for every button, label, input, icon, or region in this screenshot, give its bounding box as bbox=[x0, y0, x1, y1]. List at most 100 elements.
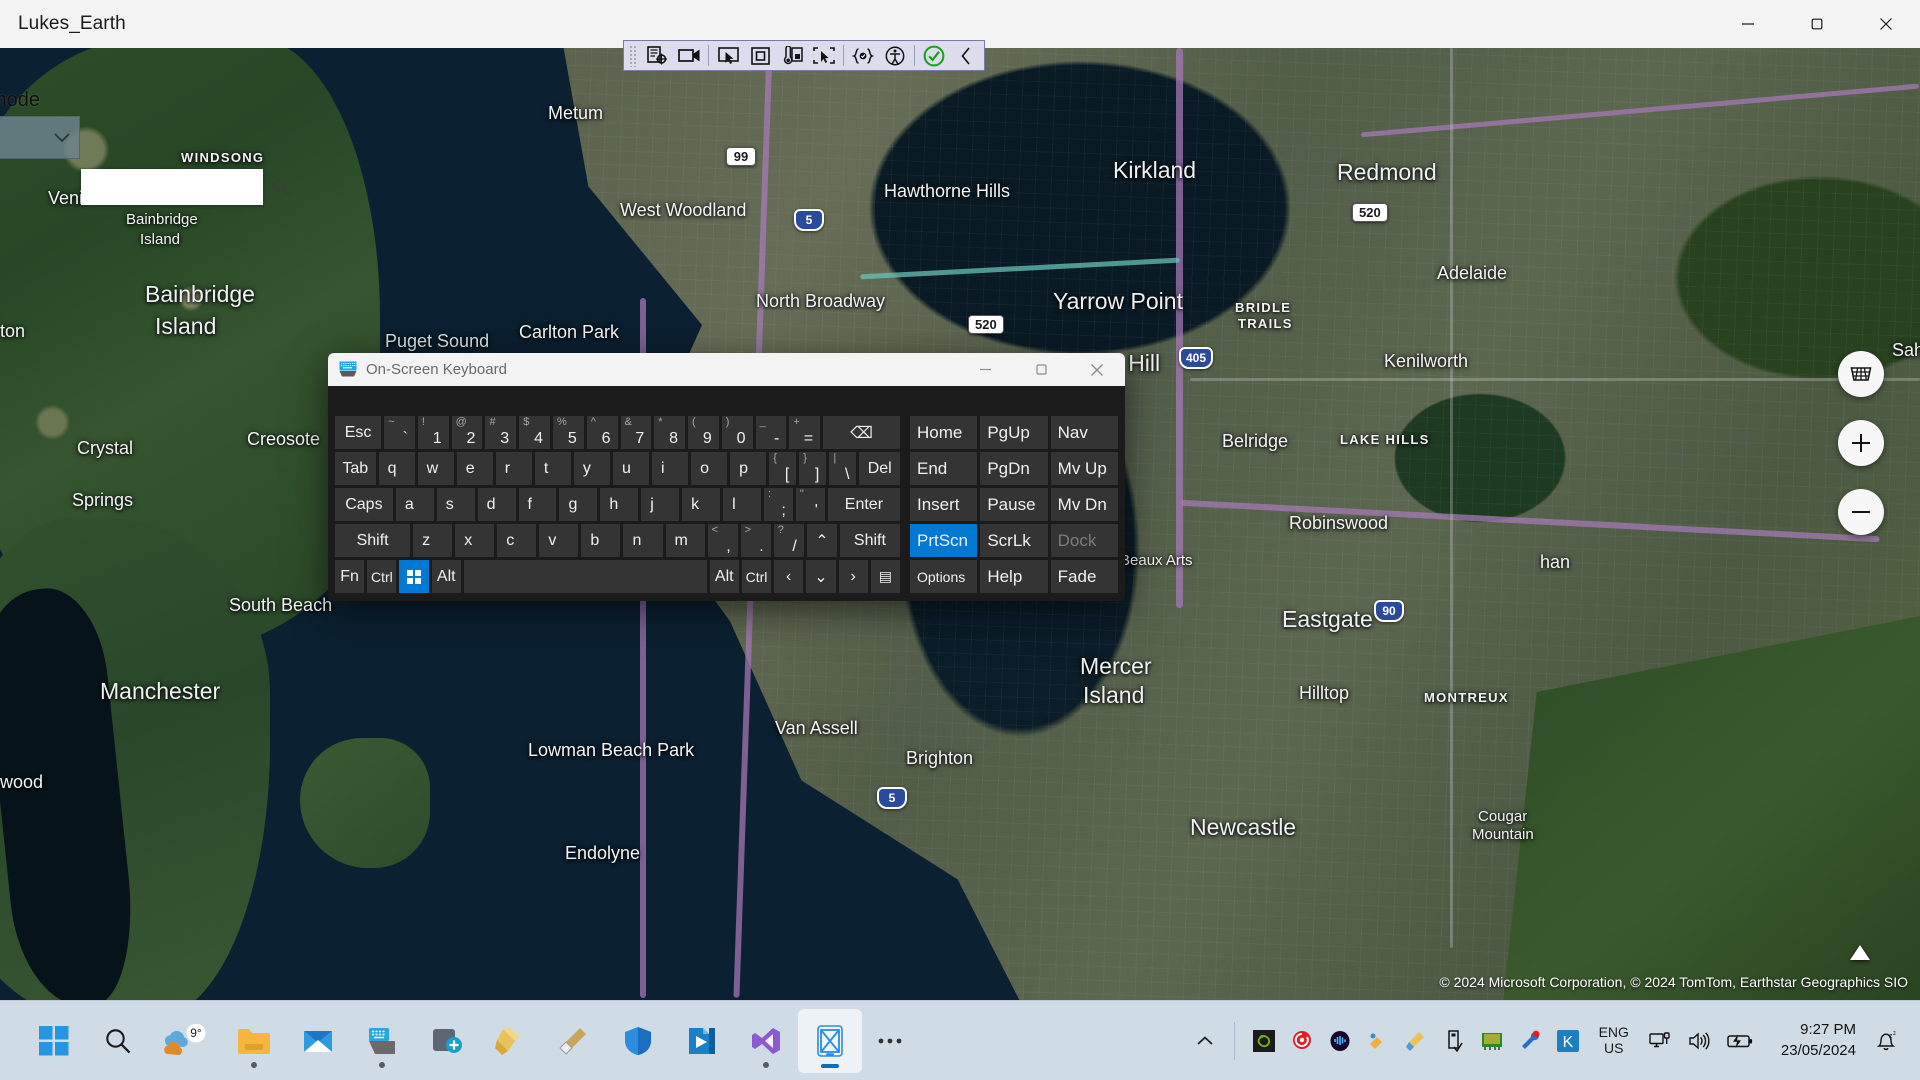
key-i[interactable]: i bbox=[652, 452, 689, 485]
key-shift-left[interactable]: Shift bbox=[335, 524, 411, 557]
key-6[interactable]: ^ 6 bbox=[586, 416, 618, 449]
key-alt-left[interactable]: Alt bbox=[431, 560, 461, 593]
key-bracket-right[interactable]: }] bbox=[799, 452, 827, 485]
key-h[interactable]: h bbox=[600, 488, 639, 521]
key-shift-right[interactable]: Shift bbox=[839, 524, 900, 557]
key-comma[interactable]: <, bbox=[707, 524, 738, 557]
key-0[interactable]: ) 0 bbox=[721, 416, 753, 449]
language-indicator[interactable]: ENG US bbox=[1589, 1021, 1639, 1060]
broom-tool[interactable] bbox=[542, 1009, 606, 1073]
key-n[interactable]: n bbox=[623, 524, 663, 557]
key-u[interactable]: u bbox=[612, 452, 650, 485]
key-g[interactable]: g bbox=[559, 488, 598, 521]
key-4[interactable]: $4 bbox=[519, 416, 550, 449]
key-page-up[interactable]: PgUp bbox=[980, 416, 1048, 449]
overflow-button[interactable] bbox=[862, 1009, 918, 1073]
key-windows[interactable] bbox=[399, 560, 429, 593]
kaspersky-tray-icon[interactable]: K bbox=[1549, 1018, 1587, 1064]
collapse-chevron-icon-button[interactable] bbox=[950, 42, 982, 69]
key-arrow-up[interactable]: ⌃ bbox=[806, 524, 837, 557]
key-z[interactable]: z bbox=[413, 524, 453, 557]
show-hidden-icons[interactable] bbox=[1186, 1018, 1224, 1064]
key-move-down[interactable]: Mv Dn bbox=[1050, 488, 1118, 521]
key-tab[interactable]: Tab bbox=[335, 452, 376, 485]
driver-tray-icon[interactable] bbox=[1511, 1018, 1549, 1064]
toolbar-drag-handle[interactable] bbox=[629, 44, 638, 67]
search-input[interactable] bbox=[91, 179, 272, 195]
automation-toolbar[interactable] bbox=[623, 40, 985, 71]
file-explorer[interactable] bbox=[222, 1009, 286, 1073]
record-element-icon-button[interactable] bbox=[641, 42, 673, 69]
key-enter[interactable]: Enter bbox=[827, 488, 901, 521]
key-7[interactable]: & 7 bbox=[620, 416, 652, 449]
key-backtick[interactable]: ~ ` bbox=[384, 416, 415, 449]
osk-title-bar[interactable]: On-Screen Keyboard bbox=[328, 353, 1125, 386]
key-insert[interactable]: Insert bbox=[910, 488, 978, 521]
key-3[interactable]: #3 bbox=[485, 416, 517, 449]
windows-security[interactable] bbox=[606, 1009, 670, 1073]
key-w[interactable]: w bbox=[417, 452, 454, 485]
key-del[interactable]: Del bbox=[859, 452, 900, 485]
key-9[interactable]: (9 bbox=[688, 416, 719, 449]
key-backspace[interactable]: ⌫ bbox=[823, 416, 900, 449]
key-5[interactable]: % 5 bbox=[552, 416, 584, 449]
taskbar[interactable]: 9° K ENG US 9:27 PM 23/05/2024 z z bbox=[0, 1000, 1920, 1080]
start-button[interactable] bbox=[22, 1009, 86, 1073]
key-x[interactable]: x bbox=[455, 524, 495, 557]
key-1[interactable]: ! 1 bbox=[417, 416, 449, 449]
key-o[interactable]: o bbox=[691, 452, 728, 485]
highlight-rect-icon-button[interactable] bbox=[744, 42, 776, 69]
clock[interactable]: 9:27 PM 23/05/2024 bbox=[1771, 1016, 1866, 1065]
capture-screen-icon-button[interactable] bbox=[808, 42, 840, 69]
validate-check-icon-button[interactable] bbox=[918, 42, 950, 69]
key-page-down[interactable]: PgDn bbox=[980, 452, 1048, 485]
minimize-button[interactable] bbox=[1713, 0, 1782, 48]
key-move-up[interactable]: Mv Up bbox=[1050, 452, 1118, 485]
key-m[interactable]: m bbox=[665, 524, 705, 557]
key-alt-right[interactable]: Alt bbox=[709, 560, 739, 593]
key-ctrl-left[interactable]: Ctrl bbox=[367, 560, 397, 593]
key-slash[interactable]: ? / bbox=[773, 524, 804, 557]
mail-app[interactable] bbox=[286, 1009, 350, 1073]
video-camera-icon-button[interactable] bbox=[673, 42, 705, 69]
cleanup-tray-icon[interactable] bbox=[1397, 1018, 1435, 1064]
map-tilt-button[interactable] bbox=[1838, 351, 1884, 397]
key-a[interactable]: a bbox=[395, 488, 434, 521]
key-fade[interactable]: Fade bbox=[1050, 560, 1118, 593]
key-ctrl-right[interactable]: Ctrl bbox=[741, 560, 772, 593]
key-q[interactable]: q bbox=[378, 452, 415, 485]
weather-widget[interactable]: 9° bbox=[150, 1009, 222, 1073]
maximize-button[interactable] bbox=[1782, 0, 1851, 48]
key-r[interactable]: r bbox=[495, 452, 532, 485]
memory-tray-icon[interactable] bbox=[1473, 1018, 1511, 1064]
code-braces-icon-button[interactable] bbox=[847, 42, 879, 69]
volume-icon-button[interactable] bbox=[1681, 1018, 1719, 1064]
lukes-earth-app[interactable] bbox=[798, 1008, 862, 1073]
snipping-tool[interactable] bbox=[414, 1009, 478, 1073]
search-button[interactable] bbox=[86, 1009, 150, 1073]
visual-studio[interactable] bbox=[734, 1009, 798, 1073]
key-period[interactable]: >. bbox=[740, 524, 771, 557]
osk-maximize-button[interactable] bbox=[1013, 353, 1069, 386]
key-scroll-lock[interactable]: ScrLk bbox=[980, 524, 1048, 557]
key-y[interactable]: y bbox=[573, 452, 610, 485]
osk-close-button[interactable] bbox=[1069, 353, 1125, 386]
map-zoom-in-button[interactable] bbox=[1838, 420, 1884, 466]
key-d[interactable]: d bbox=[477, 488, 516, 521]
key-arrow-down[interactable]: ⌄ bbox=[806, 560, 836, 593]
notification-bell-button[interactable]: z z bbox=[1868, 1018, 1906, 1064]
key-v[interactable]: v bbox=[539, 524, 579, 557]
key-p[interactable]: p bbox=[730, 452, 767, 485]
key-end[interactable]: End bbox=[910, 452, 978, 485]
key-e[interactable]: e bbox=[456, 452, 493, 485]
audio-tray-icon[interactable] bbox=[1321, 1018, 1359, 1064]
key-quote[interactable]: " ' bbox=[795, 488, 825, 521]
key-k[interactable]: k bbox=[682, 488, 721, 521]
network-icon-button[interactable] bbox=[1641, 1018, 1679, 1064]
key-f[interactable]: f bbox=[518, 488, 557, 521]
key-print-screen[interactable]: PrtScn bbox=[910, 524, 978, 557]
key-help[interactable]: Help bbox=[980, 560, 1048, 593]
keyboard-app[interactable] bbox=[350, 1009, 414, 1073]
key-options[interactable]: Options bbox=[910, 560, 978, 593]
key-esc[interactable]: Esc bbox=[335, 416, 382, 449]
